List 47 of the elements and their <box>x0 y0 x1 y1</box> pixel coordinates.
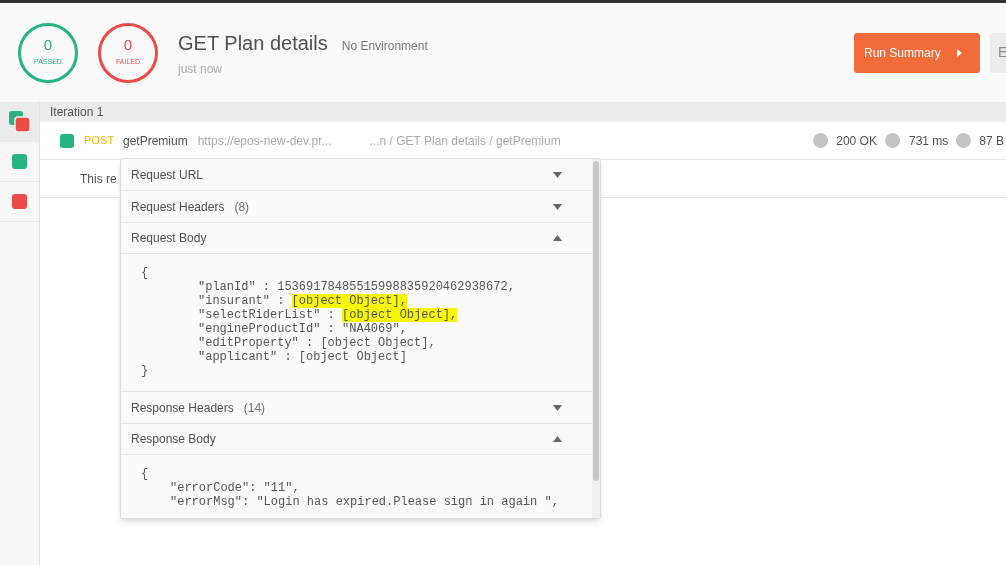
result-square-icon <box>60 133 74 148</box>
section-title: Request URL <box>131 166 204 184</box>
collapse-caret-icon[interactable] <box>553 235 562 241</box>
collapse-caret-icon[interactable] <box>553 436 562 442</box>
response-size: 87 B <box>979 132 1004 150</box>
request-note: This re <box>80 170 117 188</box>
code-line: "applicant" : [object Object] <box>198 350 407 364</box>
section-header[interactable]: Request Headers (8) <box>121 191 592 222</box>
count-value: 0 <box>43 37 53 54</box>
count-value: 0 <box>123 37 133 54</box>
status-code: 200 OK <box>836 132 877 150</box>
section-count: (8) <box>234 198 250 216</box>
environment-label: No Environment <box>341 37 428 55</box>
result-squares-icon <box>7 109 32 134</box>
section-title: Response Headers <box>131 399 234 417</box>
code-line: "errorCode": "11", <box>170 481 300 495</box>
expand-caret-icon[interactable] <box>553 171 562 178</box>
section-title: Response Body <box>131 431 216 448</box>
expand-caret-icon[interactable] <box>553 203 562 210</box>
code-line: "engineProductId" : "NA4069", <box>198 322 407 336</box>
code-line: "editProperty" : [object Object], <box>198 336 436 350</box>
request-name: getPremium <box>122 132 188 150</box>
result-square-icon <box>12 154 27 169</box>
code-line: "planId" : 15369178485515998835920462938672, <box>198 280 515 294</box>
run-title: GET Plan details <box>178 30 328 56</box>
request-path: ...n / GET Plan details / getPremium <box>369 132 561 150</box>
code-brace: } <box>141 364 149 378</box>
result-square-icon <box>12 194 27 209</box>
request-url: https://epos-new-dev.pr... <box>197 132 332 150</box>
section-header[interactable]: Request URL <box>121 159 592 190</box>
section-count: (14) <box>243 399 266 417</box>
section-header[interactable]: Request Body <box>121 223 592 254</box>
expand-caret-icon[interactable] <box>553 404 562 411</box>
scrollbar-thumb[interactable] <box>593 161 599 481</box>
code-brace: { <box>141 467 149 481</box>
run-time: just now <box>178 60 224 78</box>
section-header[interactable]: Response Body <box>121 424 592 455</box>
code-line: "errorMsg": "Login has expired.Please sign in again ", <box>170 495 559 509</box>
code-brace: { <box>141 266 149 280</box>
section-title: Request Body <box>131 230 207 247</box>
request-method: POST <box>84 133 114 149</box>
play-caret-icon <box>956 48 962 57</box>
response-time: 731 ms <box>908 132 949 150</box>
section-title: Request Headers <box>131 198 225 216</box>
iteration-title: Iteration 1 <box>50 104 104 121</box>
sidebar-item[interactable] <box>0 102 39 142</box>
section-header[interactable]: Response Headers (14) <box>121 392 592 423</box>
